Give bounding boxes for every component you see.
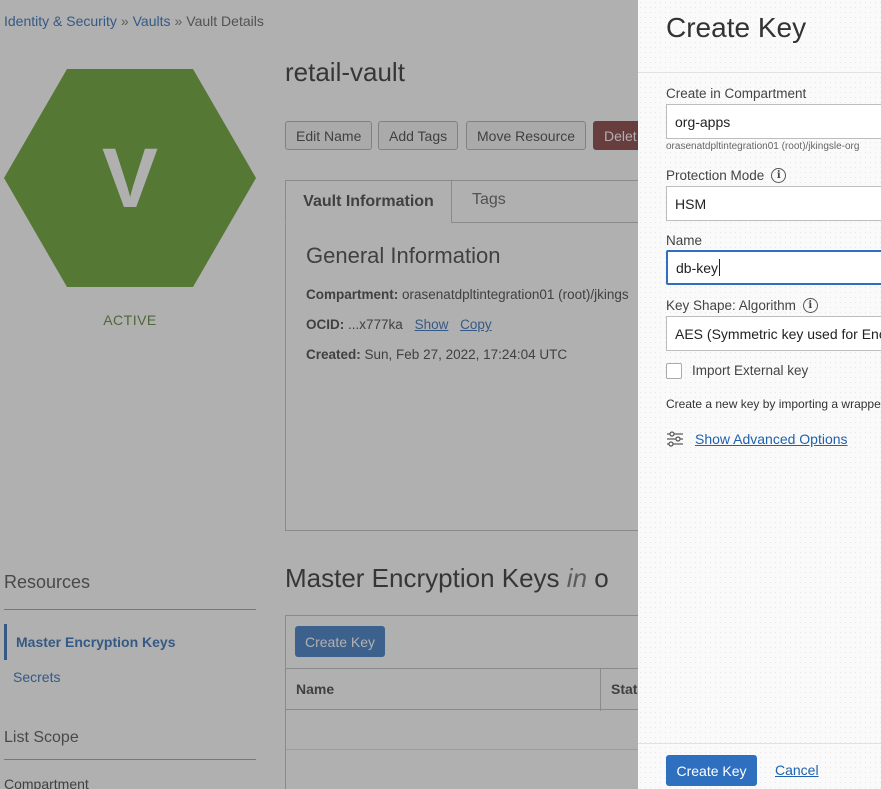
create-key-panel: Create Key Create in Compartment org-app…: [638, 0, 881, 789]
panel-header-divider: [638, 72, 881, 73]
import-description: Create a new key by importing a wrappe: [666, 397, 881, 411]
name-field-label: Name: [666, 233, 703, 248]
info-icon[interactable]: i: [771, 168, 787, 183]
protection-mode-label-row: Protection Mode i: [666, 168, 787, 183]
text-cursor: [719, 259, 721, 276]
compartment-path-help: orasenatdpltintegration01 (root)/jkingsl…: [666, 141, 860, 152]
key-shape-label: Key Shape: Algorithm: [666, 298, 796, 313]
name-input[interactable]: db-key: [666, 250, 881, 285]
cancel-link[interactable]: Cancel: [775, 762, 819, 778]
key-shape-label-row: Key Shape: Algorithm i: [666, 298, 818, 313]
sliders-icon: [667, 431, 683, 447]
panel-title: Create Key: [666, 12, 807, 43]
import-external-key-label[interactable]: Import External key: [692, 363, 808, 378]
protection-mode-label: Protection Mode: [666, 168, 765, 183]
panel-footer-divider: [638, 743, 881, 744]
panel-create-key-button[interactable]: Create Key: [666, 755, 757, 786]
info-icon[interactable]: i: [802, 298, 818, 313]
key-shape-select[interactable]: AES (Symmetric key used for Enc: [666, 316, 881, 351]
show-advanced-options-text[interactable]: Show Advanced Options: [695, 431, 848, 447]
modal-backdrop[interactable]: [0, 0, 638, 789]
show-advanced-options-link[interactable]: Show Advanced Options: [666, 430, 848, 448]
name-input-value: db-key: [676, 259, 719, 276]
compartment-field-label: Create in Compartment: [666, 86, 807, 101]
import-external-key-checkbox[interactable]: [666, 363, 682, 379]
compartment-select[interactable]: org-apps: [666, 104, 881, 139]
protection-mode-select[interactable]: HSM: [666, 186, 881, 221]
